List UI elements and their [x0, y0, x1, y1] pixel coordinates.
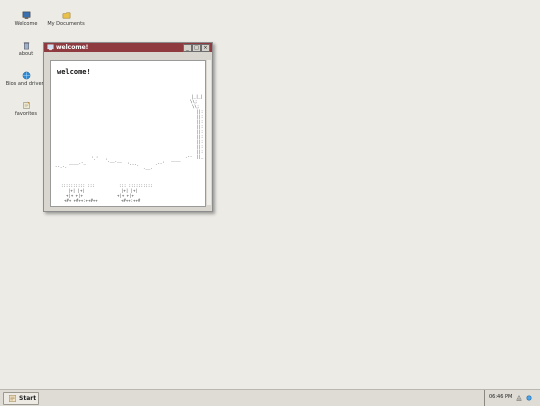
system-tray: 06:46 PM [484, 390, 540, 406]
svg-text:--.-.: --.-. [55, 164, 67, 169]
desktop-icon-bios-and-drivers[interactable]: Bios and drivers [4, 71, 48, 87]
maximize-button[interactable]: □ [192, 44, 201, 52]
minimize-button[interactable]: _ [183, 44, 192, 52]
desktop-icon-welcome[interactable]: Welcome [4, 11, 48, 27]
svg-text:+#+ +#++:++#++: +#+ +#++:++#++ [64, 198, 98, 203]
desktop-icon-about[interactable]: about [4, 41, 48, 57]
window-titlebar[interactable]: welcome! _ □ × [44, 43, 212, 52]
close-button[interactable]: × [201, 44, 210, 52]
welcome-window[interactable]: welcome! _ □ × welcome! |_|_| \\; \\; ||… [43, 42, 213, 212]
desktop-icon-label: Welcome [14, 21, 38, 27]
desktop-icon-favorites[interactable]: favorites [4, 101, 48, 117]
desktop-icon-my-documents[interactable]: My Documents [44, 11, 88, 27]
folder-icon [62, 12, 70, 19]
network-icon[interactable] [516, 395, 522, 401]
window-content: welcome! |_|_| \\; \\; ||: ||: ||: ||: |… [50, 60, 206, 207]
taskbar: Start 06:46 PM [0, 389, 540, 406]
notepad-icon [23, 101, 30, 109]
start-button[interactable]: Start [3, 392, 39, 405]
svg-text:.--': .--' [155, 161, 165, 166]
monitor-icon [47, 44, 54, 51]
trash-icon [23, 42, 29, 50]
svg-text:+#++:++#: +#++:++# [121, 198, 141, 203]
svg-text:____: ____ [171, 157, 181, 162]
svg-text:'.': '.' [91, 156, 98, 161]
start-label: Start [19, 395, 37, 402]
monitor-icon [22, 11, 30, 19]
svg-text:'---.: '---. [127, 162, 139, 167]
globe-icon [22, 71, 30, 80]
svg-text:||_: ||_ [196, 154, 204, 159]
desktop-icon-label: My Documents [47, 21, 85, 27]
window-title: welcome! [56, 44, 89, 51]
window-scrollbar[interactable] [207, 60, 211, 205]
clock[interactable]: 06:46 PM [489, 394, 512, 401]
svg-text:____.-_: ____.-_ [69, 160, 86, 165]
desktop-icon-label: favorites [15, 111, 37, 117]
svg-text:.__.: .__. [143, 165, 153, 170]
start-menu-icon [9, 395, 16, 402]
svg-text:.--: .-- [185, 154, 192, 159]
globe-icon[interactable] [526, 395, 532, 401]
ascii-art-illustration: |_|_| \\; \\; ||: ||: ||: ||: ||: ||: ||… [55, 94, 204, 203]
desktop-icon-label: about [18, 51, 34, 57]
desktop-icon-label: Bios and drivers [5, 81, 47, 87]
svg-text:'.__.__: '.__.__ [105, 158, 122, 163]
